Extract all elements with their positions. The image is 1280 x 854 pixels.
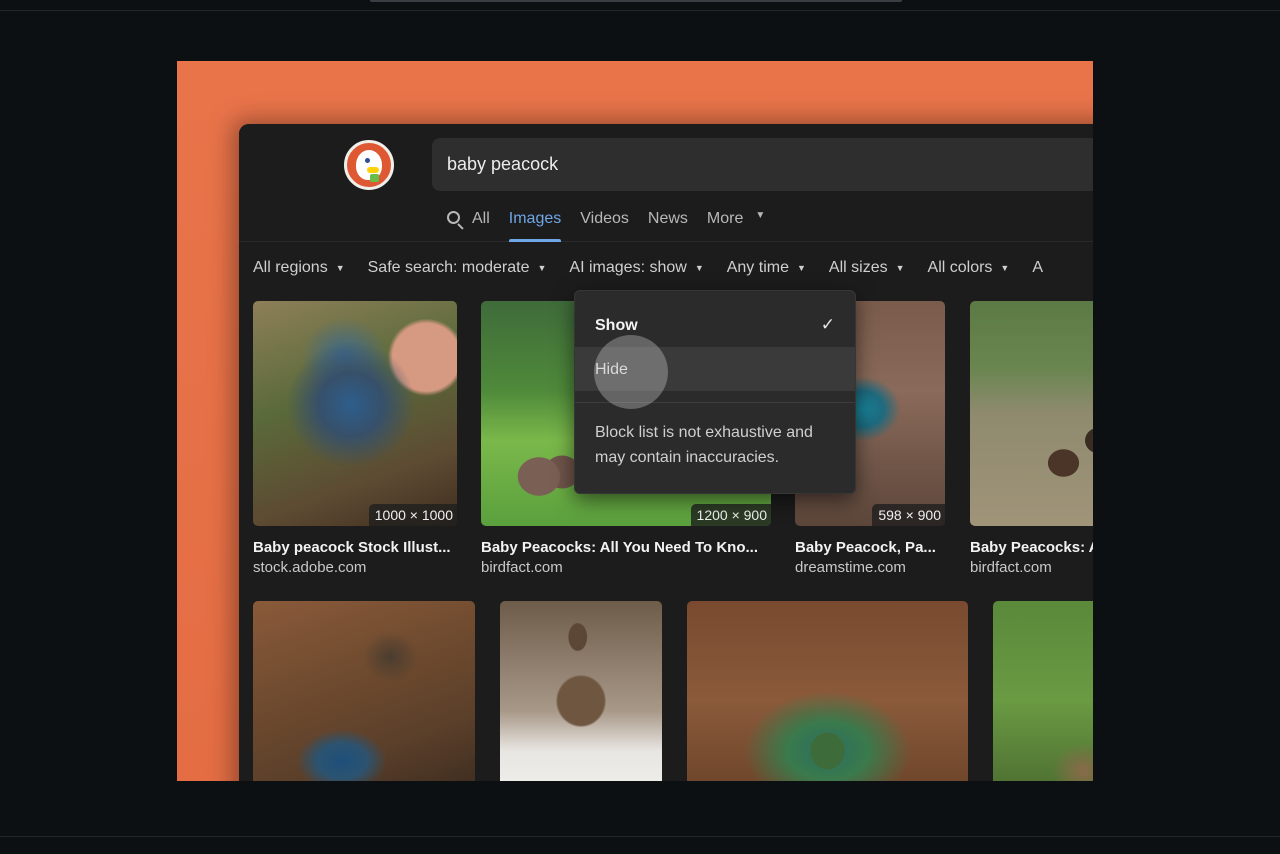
result-source[interactable]: stock.adobe.com	[253, 559, 366, 576]
filter-label: All sizes	[828, 259, 888, 276]
filter-label: Safe search: moderate	[367, 259, 530, 276]
top-divider	[0, 10, 1280, 11]
result-source[interactable]: birdfact.com	[481, 559, 563, 576]
search-input[interactable]: baby peacock	[432, 138, 1093, 191]
filter-colors[interactable]: All colors ▼	[928, 259, 1010, 277]
duckduckgo-logo-icon[interactable]	[344, 140, 394, 190]
search-query-text: baby peacock	[447, 154, 559, 174]
tab-news-label: News	[647, 210, 688, 227]
filter-label: Any time	[726, 259, 789, 276]
orange-backdrop: baby peacock All Images Videos News More	[177, 61, 1093, 781]
result-image[interactable]	[687, 601, 968, 781]
tab-all[interactable]: All	[446, 204, 490, 242]
duck-eye	[365, 158, 370, 163]
tab-news[interactable]: News	[648, 204, 688, 242]
result-image[interactable]	[970, 301, 1093, 526]
filter-label: AI images: show	[569, 259, 687, 276]
tab-videos[interactable]: Videos	[580, 204, 629, 242]
image-dimensions: 1000 × 1000	[368, 504, 457, 526]
result-title[interactable]: Baby peacock Stock Illust...	[253, 539, 463, 556]
result-image[interactable]	[253, 601, 475, 781]
filter-label: All colors	[927, 259, 993, 276]
chevron-down-icon: ▼	[335, 263, 345, 273]
tab-images[interactable]: Images	[508, 204, 562, 242]
filter-safe-search[interactable]: Safe search: moderate ▼	[368, 259, 547, 277]
filter-sizes[interactable]: All sizes ▼	[829, 259, 905, 277]
result-image[interactable]	[993, 601, 1093, 781]
tab-videos-label: Videos	[580, 210, 629, 227]
search-header: baby peacock All Images Videos News More	[239, 124, 1093, 242]
chevron-down-icon: ▼	[796, 263, 806, 273]
tab-more-label: More	[706, 210, 744, 227]
chevron-down-icon: ▼	[895, 263, 905, 273]
result-image[interactable]	[500, 601, 662, 781]
screen-top-notch	[370, 0, 902, 2]
checkmark-icon: ✓	[820, 315, 835, 334]
image-dimensions: 1200 × 900	[690, 504, 771, 526]
result-title[interactable]: Baby Peacocks: All You Need To Kno...	[481, 539, 771, 556]
search-icon	[446, 210, 466, 230]
filter-truncated[interactable]: A	[1032, 259, 1043, 277]
chevron-down-icon: ▼	[1000, 263, 1010, 273]
tab-all-label: All	[472, 210, 490, 227]
result-title[interactable]: Baby Peacock, Pa...	[795, 539, 945, 556]
result-source[interactable]: birdfact.com	[970, 559, 1052, 576]
option-label: Show	[595, 317, 638, 334]
click-indicator	[594, 335, 668, 409]
search-type-tabs: All Images Videos News More ▼	[446, 204, 784, 242]
image-dimensions: 598 × 900	[872, 504, 945, 526]
filter-ai-images[interactable]: AI images: show ▼	[569, 259, 703, 277]
dropdown-disclaimer: Block list is not exhaustive and may con…	[595, 424, 813, 466]
tab-more[interactable]: More ▼	[707, 204, 765, 242]
image-filters-bar: All regions ▼ Safe search: moderate ▼ AI…	[253, 259, 1066, 277]
filter-label: A	[1032, 259, 1044, 276]
result-image[interactable]: 1000 × 1000	[253, 301, 457, 526]
result-title[interactable]: Baby Peacocks: A	[970, 539, 1093, 556]
duck-tie	[370, 174, 379, 182]
filter-time[interactable]: Any time ▼	[727, 259, 806, 277]
chevron-down-icon: ▼	[755, 210, 766, 221]
tab-images-label: Images	[508, 210, 562, 227]
result-source[interactable]: dreamstime.com	[795, 559, 906, 576]
bottom-divider	[0, 836, 1280, 837]
chevron-down-icon: ▼	[694, 263, 704, 273]
chevron-down-icon: ▼	[537, 263, 547, 273]
filter-label: All regions	[253, 259, 328, 276]
filter-regions[interactable]: All regions ▼	[253, 259, 345, 277]
browser-window: baby peacock All Images Videos News More	[239, 124, 1093, 781]
duck-beak	[367, 167, 379, 173]
